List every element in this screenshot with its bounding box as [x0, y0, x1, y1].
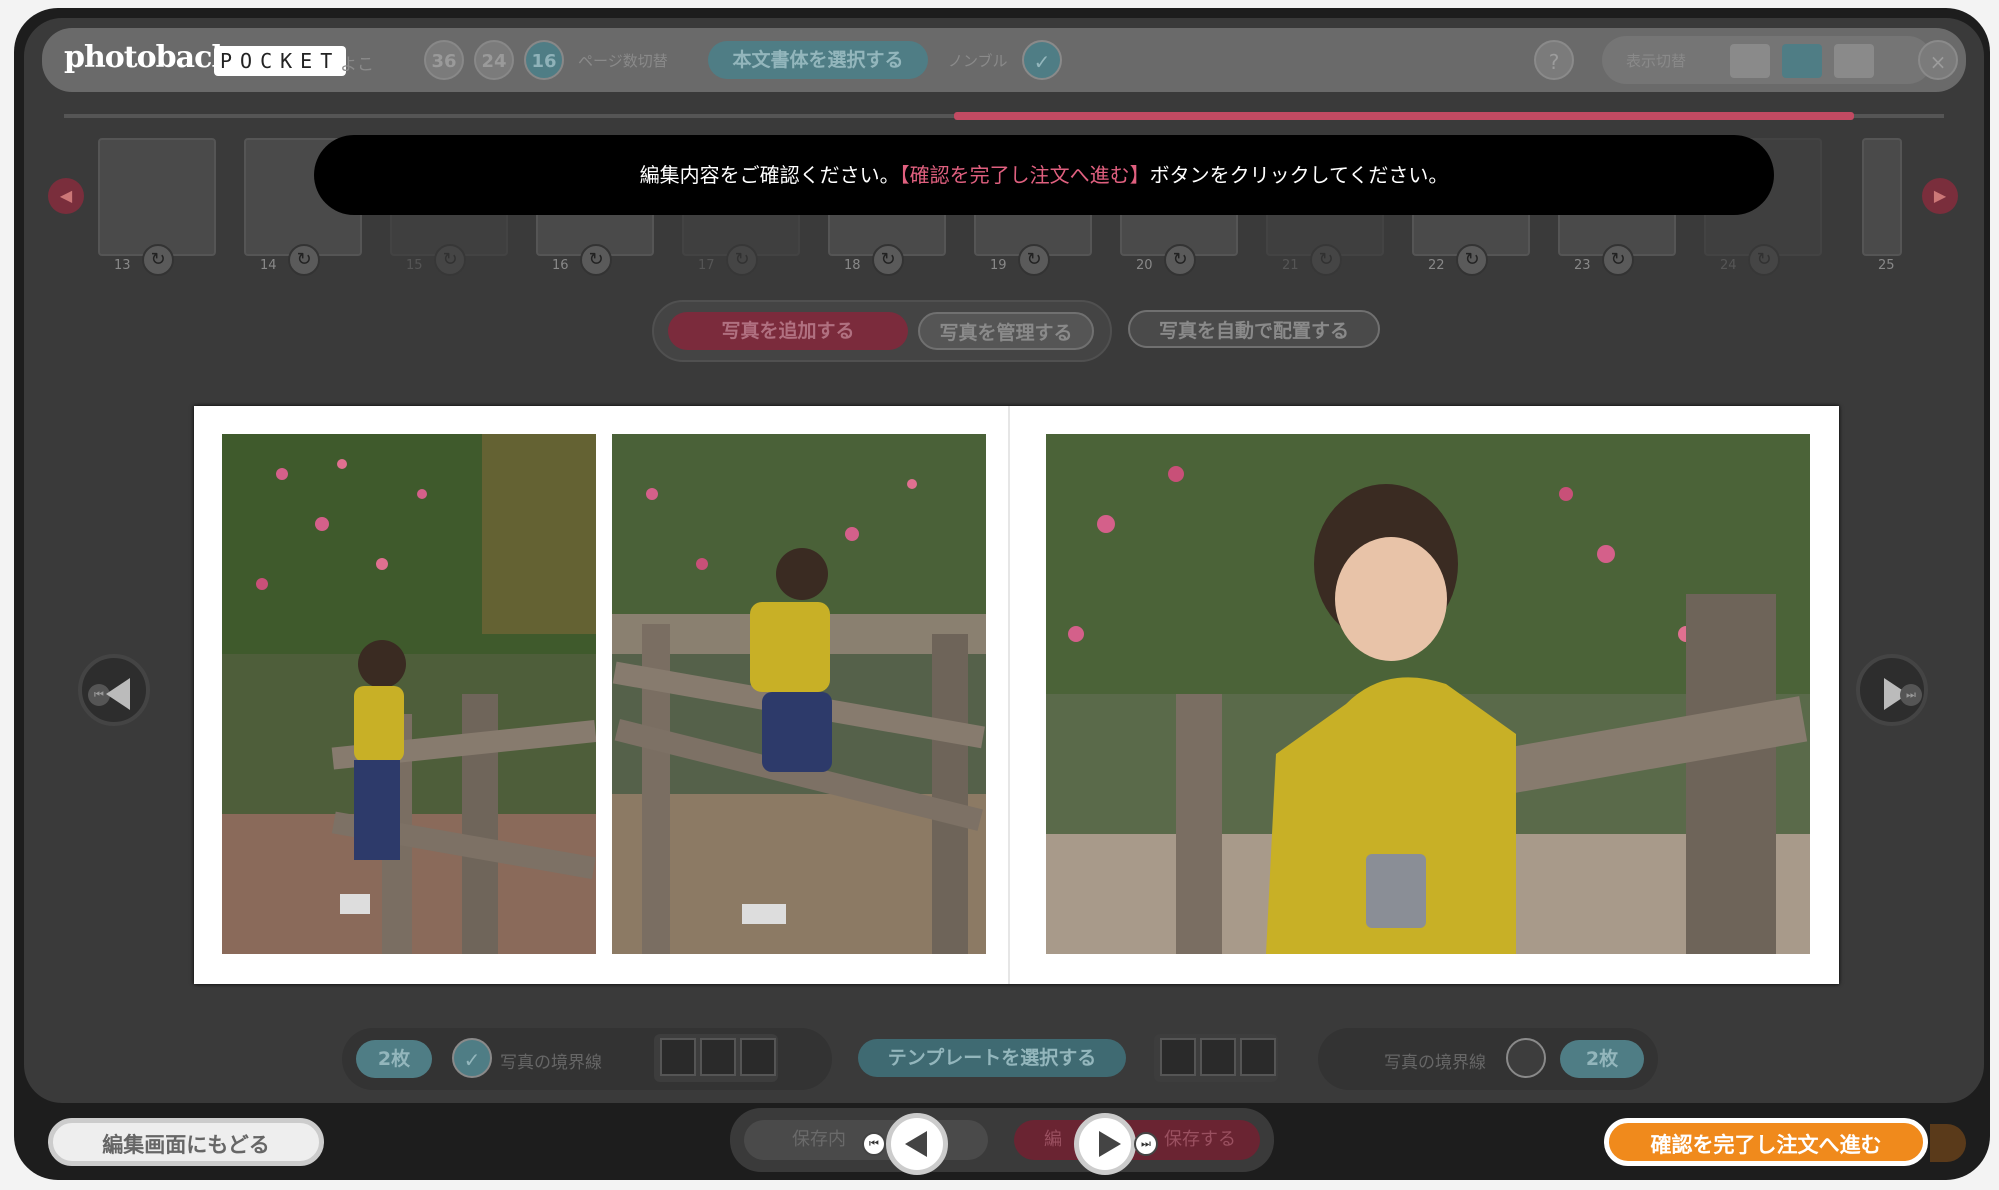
close-button[interactable]: ×	[1918, 40, 1958, 80]
thumbnail-number: 24	[1720, 258, 1737, 273]
thumbnail-13[interactable]: ↻ 13	[98, 138, 216, 276]
left-color-black[interactable]	[660, 1038, 696, 1076]
thumbnail-number: 25	[1878, 258, 1895, 273]
thumbnail-number: 23	[1574, 258, 1591, 273]
left-photo-count[interactable]: 2枚	[356, 1040, 432, 1078]
auto-place-button[interactable]: 写真を自動で配置する	[1128, 310, 1380, 348]
add-photo-button[interactable]: 写真を追加する	[668, 312, 908, 350]
right-border-label: 写真の境界線	[1384, 1053, 1486, 1073]
right-color-dark[interactable]	[1240, 1038, 1276, 1076]
view-switch-label: 表示切替	[1626, 52, 1687, 70]
spread-fold	[1008, 406, 1010, 984]
pages-24-button[interactable]: 24	[474, 40, 514, 80]
logo-pocket: POCKET	[214, 46, 347, 76]
photo-action-group: 写真を追加する 写真を管理する	[652, 300, 1112, 362]
rotate-icon[interactable]: ↻	[1018, 244, 1050, 276]
top-toolbar: photoback POCKET よこ 36 24 16 ページ数切替 本文書体…	[42, 28, 1966, 92]
nombre-label: ノンブル	[948, 52, 1008, 70]
pages-36-button[interactable]: 36	[424, 40, 464, 80]
prev-spread-button[interactable]: ⏮	[78, 654, 150, 726]
save-right-prefix: 編	[1044, 1129, 1062, 1150]
thumbnail-number: 17	[698, 258, 715, 273]
photo-slot-1[interactable]	[222, 434, 596, 954]
help-button[interactable]: ?	[1534, 40, 1574, 80]
select-template-button[interactable]: テンプレートを選択する	[858, 1039, 1126, 1077]
save-right-label: 保存する	[1164, 1129, 1236, 1150]
thumbnail-number: 13	[114, 258, 131, 273]
rotate-icon[interactable]: ↻	[434, 244, 466, 276]
right-color-red[interactable]	[1200, 1038, 1236, 1076]
rotate-icon[interactable]: ↻	[1164, 244, 1196, 276]
grid-view-icon[interactable]	[1834, 44, 1874, 78]
save-left-label: 保存内	[792, 1129, 846, 1150]
toast-highlight: 【確認を完了し注文へ進む】	[899, 163, 1150, 187]
left-border-check-icon[interactable]: ✓	[452, 1038, 492, 1078]
view-switch-group: 表示切替	[1602, 36, 1932, 84]
thumbnail-number: 20	[1136, 258, 1153, 273]
yoko-label: よこ	[340, 55, 374, 75]
left-color-red[interactable]	[700, 1038, 736, 1076]
spread-view-icon[interactable]	[1782, 44, 1822, 78]
right-border-toggle-icon[interactable]	[1506, 1038, 1546, 1078]
page-spread	[194, 406, 1839, 984]
toast-text-end: ボタンをクリックしてください。	[1149, 163, 1449, 187]
back-to-edit-button[interactable]: 編集画面にもどる	[48, 1118, 324, 1166]
left-color-dark[interactable]	[740, 1038, 776, 1076]
rotate-icon[interactable]: ↻	[288, 244, 320, 276]
logo: photoback	[64, 40, 232, 75]
skip-first-icon[interactable]: ⏮	[862, 1132, 886, 1156]
thumbnail-number: 21	[1282, 258, 1299, 273]
rotate-icon[interactable]: ↻	[1456, 244, 1488, 276]
pages-16-button[interactable]: 16	[524, 40, 564, 80]
toast-text: 編集内容をご確認ください。	[639, 163, 900, 187]
manage-photo-button[interactable]: 写真を管理する	[918, 312, 1094, 350]
nombre-check-icon[interactable]: ✓	[1022, 40, 1062, 80]
next-spread-button[interactable]: ⏭	[1856, 654, 1928, 726]
rotate-icon[interactable]: ↻	[142, 244, 174, 276]
thumbnail-image	[1874, 164, 1894, 224]
thumbnail-number: 22	[1428, 258, 1445, 273]
next-page-button[interactable]	[1074, 1113, 1136, 1175]
confirm-order-button[interactable]: 確認を完了し注文へ進む	[1604, 1118, 1928, 1166]
thumbnail-image	[110, 164, 206, 224]
right-photo-count[interactable]: 2枚	[1560, 1040, 1644, 1078]
thumbnail-number: 16	[552, 258, 569, 273]
thumbnail-25[interactable]: 25	[1862, 138, 1902, 273]
right-color-black[interactable]	[1160, 1038, 1196, 1076]
rotate-icon[interactable]: ↻	[726, 244, 758, 276]
prev-page-button[interactable]	[886, 1113, 948, 1175]
confirm-toast: 編集内容をご確認ください。【確認を完了し注文へ進む】ボタンをクリックしてください…	[314, 135, 1774, 215]
strip-prev-icon[interactable]: ◀	[48, 178, 84, 214]
rotate-icon[interactable]: ↻	[1748, 244, 1780, 276]
strip-next-icon[interactable]: ▶	[1922, 178, 1958, 214]
thumbnail-number: 18	[844, 258, 861, 273]
rotate-icon[interactable]: ↻	[1602, 244, 1634, 276]
thumbnail-number: 14	[260, 258, 277, 273]
thumbnail-number: 15	[406, 258, 423, 273]
skip-last-icon[interactable]: ⏭	[1134, 1132, 1158, 1156]
thumbnail-number: 19	[990, 258, 1007, 273]
photo-slot-3[interactable]	[1046, 434, 1810, 954]
app-frame: photoback POCKET よこ 36 24 16 ページ数切替 本文書体…	[14, 8, 1990, 1180]
select-font-button[interactable]: 本文書体を選択する	[708, 41, 928, 79]
page-progress	[64, 112, 1944, 120]
editor-panel: photoback POCKET よこ 36 24 16 ページ数切替 本文書体…	[24, 18, 1984, 1103]
rotate-icon[interactable]: ↻	[580, 244, 612, 276]
photo-slot-2[interactable]	[612, 434, 986, 954]
rotate-icon[interactable]: ↻	[872, 244, 904, 276]
page-count-label: ページ数切替	[578, 52, 668, 70]
rotate-icon[interactable]: ↻	[1310, 244, 1342, 276]
confirm-order-edge	[1930, 1124, 1966, 1162]
left-border-label: 写真の境界線	[500, 1053, 602, 1073]
zoom-view-icon[interactable]	[1730, 44, 1770, 78]
